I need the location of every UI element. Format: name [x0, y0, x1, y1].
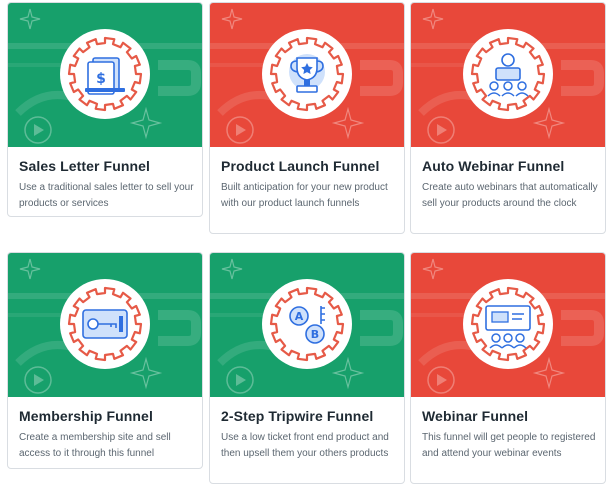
funnel-card-sales-letter[interactable]: $ Sales Letter Funnel Use a traditional … [7, 2, 203, 217]
funnel-card-auto-webinar[interactable]: Auto Webinar Funnel Create auto webinars… [410, 2, 606, 234]
card-description: Built anticipation for your new product … [221, 182, 388, 209]
card-title: 2-Step Tripwire Funnel [221, 408, 374, 424]
card-hero [411, 253, 605, 397]
presenter-icon [462, 28, 554, 120]
card-hero: $ [8, 3, 202, 147]
card-hero [210, 3, 404, 147]
svg-text:A: A [295, 310, 304, 323]
card-title: Sales Letter Funnel [19, 158, 151, 174]
sales-letter-icon: $ [59, 28, 151, 120]
card-description: Use a low ticket front end product and t… [221, 432, 389, 459]
funnel-card-membership[interactable]: Membership Funnel Create a membership si… [7, 252, 203, 469]
presenter-icon-glyph [463, 29, 553, 119]
card-description: Create a membership site and sell access… [19, 432, 171, 459]
webinar-icon [462, 278, 554, 370]
ab-split-icon-glyph: A B [262, 279, 352, 369]
card-description: Use a traditional sales letter to sell y… [19, 182, 194, 209]
sales-letter-icon-glyph: $ [60, 29, 150, 119]
svg-text:B: B [311, 328, 319, 341]
funnel-card-product-launch[interactable]: Product Launch Funnel Built anticipation… [209, 2, 405, 234]
card-hero [411, 3, 605, 147]
svg-text:$: $ [96, 71, 106, 87]
card-title: Product Launch Funnel [221, 158, 380, 174]
card-description: This funnel will get people to registere… [422, 432, 596, 459]
membership-key-icon [59, 278, 151, 370]
card-title: Auto Webinar Funnel [422, 158, 565, 174]
ab-split-icon: A B [261, 278, 353, 370]
card-hero: A B [210, 253, 404, 397]
membership-key-icon-glyph [60, 279, 150, 369]
card-title: Membership Funnel [19, 408, 153, 424]
trophy-icon-glyph [262, 29, 352, 119]
card-description: Create auto webinars that automatically … [422, 182, 598, 209]
trophy-icon [261, 28, 353, 120]
funnel-card-tripwire[interactable]: A B 2-Step Tripwire Funnel Use a low tic… [209, 252, 405, 484]
funnel-card-webinar[interactable]: Webinar Funnel This funnel will get peop… [410, 252, 606, 484]
card-title: Webinar Funnel [422, 408, 529, 424]
card-hero [8, 253, 202, 397]
webinar-icon-glyph [463, 279, 553, 369]
